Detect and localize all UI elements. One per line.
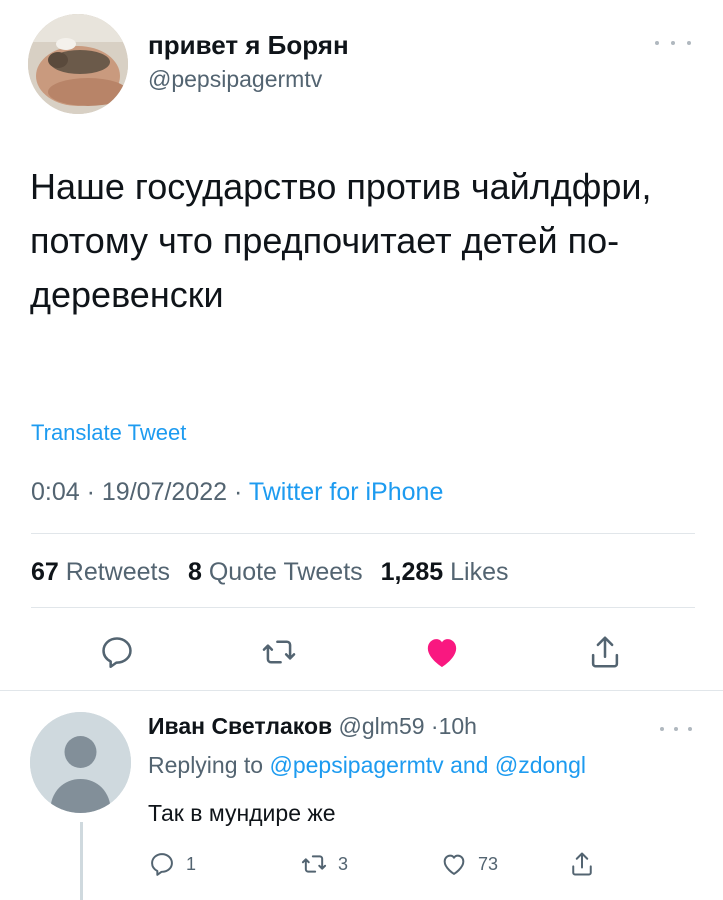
meta-separator: ·	[86, 478, 95, 506]
heart-icon	[427, 639, 457, 667]
reply-button[interactable]	[97, 632, 137, 672]
tweet-date: 19/07/2022	[101, 478, 228, 506]
reply-actions: 1 3 73	[0, 846, 723, 882]
retweet-icon	[262, 640, 296, 664]
reply-more-options-icon[interactable]	[660, 724, 692, 734]
mention-link[interactable]: @pepsipagermtv	[269, 752, 443, 778]
like-count: 73	[478, 853, 499, 874]
retweet-icon	[301, 855, 327, 873]
share-icon	[572, 852, 592, 876]
tweet-meta: 0:04 · 19/07/2022 · Twitter for iPhone	[31, 478, 443, 507]
divider	[31, 533, 695, 534]
reply-count: 1	[186, 853, 197, 874]
default-avatar-icon	[30, 712, 131, 813]
retweet-button[interactable]	[259, 632, 299, 672]
share-button[interactable]	[585, 632, 625, 672]
reply-author-handle[interactable]: @glm59	[339, 713, 425, 739]
tweet-time: 0:04	[31, 478, 80, 506]
author-handle[interactable]: @pepsipagermtv	[148, 66, 322, 93]
quotes-stat[interactable]: 8 Quote Tweets	[188, 558, 363, 587]
reply-reply-button[interactable]: 1	[148, 846, 196, 882]
retweet-count: 3	[338, 853, 349, 874]
reply-text: Так в мундире же	[148, 800, 336, 826]
reply-icon	[151, 853, 173, 876]
reply-like-button[interactable]: 73	[440, 846, 498, 882]
avatar-photo	[28, 14, 128, 114]
reply-avatar[interactable]	[30, 712, 131, 813]
tweet-source-link[interactable]: Twitter for iPhone	[249, 478, 444, 506]
replying-to: Replying to @pepsipagermtv and @zdongl	[148, 752, 586, 778]
likes-stat[interactable]: 1,285 Likes	[381, 558, 509, 587]
meta-separator: ·	[233, 478, 243, 506]
reply-header: Иван Светлаков @glm59 ·10h	[148, 713, 477, 740]
reply-author-name[interactable]: Иван Светлаков	[148, 713, 332, 739]
reply-icon	[102, 637, 132, 668]
author-name[interactable]: привет я Борян	[148, 30, 349, 61]
author-avatar[interactable]	[28, 14, 128, 114]
meta-separator: ·	[430, 713, 439, 739]
more-options-icon[interactable]	[655, 36, 691, 50]
mention-link[interactable]: @zdongl	[495, 752, 586, 778]
share-icon	[591, 636, 619, 668]
reply-share-button[interactable]	[568, 846, 596, 882]
heart-outline-icon	[443, 854, 465, 875]
divider	[31, 607, 695, 608]
reply-age: 10h	[438, 713, 477, 739]
retweets-stat[interactable]: 67 Retweets	[31, 558, 170, 587]
like-button[interactable]	[422, 632, 462, 672]
reply-retweet-button[interactable]: 3	[300, 846, 348, 882]
tweet-stats: 67 Retweets 8 Quote Tweets 1,285 Likes	[31, 558, 509, 587]
translate-tweet-link[interactable]: Translate Tweet	[31, 420, 186, 446]
divider	[0, 690, 723, 691]
tweet-actions	[0, 632, 723, 672]
tweet-text: Наше государство против чайлдфри, потому…	[30, 166, 652, 315]
